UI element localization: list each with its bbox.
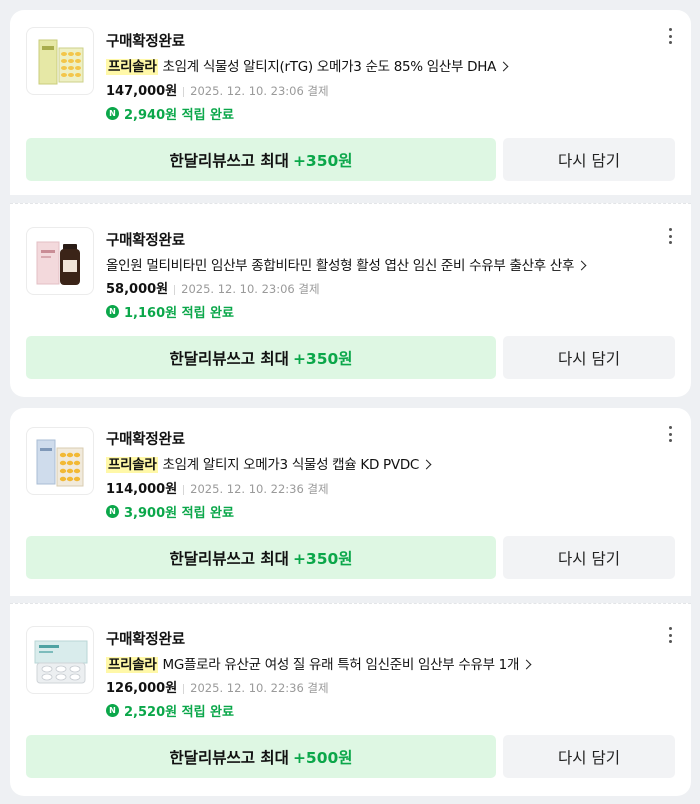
order-card: 구매확정완료 프리솔라 초임계 알티지 오메가3 식물성 캡슐 KD PVDC … <box>10 408 691 596</box>
chevron-right-icon <box>521 659 532 670</box>
review-bonus: +350원 <box>292 151 353 170</box>
order-price: 58,000원 <box>106 282 169 297</box>
naver-points-icon: N <box>106 505 119 518</box>
price-line: 58,000원 2025. 12. 10. 23:06 결제 <box>106 278 320 297</box>
brand-name: 프리솔라 <box>106 657 159 673</box>
product-thumbnail[interactable] <box>26 27 94 95</box>
divider <box>174 284 176 295</box>
product-thumbnail[interactable] <box>26 227 94 295</box>
order-status: 구매확정완료 <box>106 34 185 50</box>
payment-date: 2025. 12. 10. 22:36 결제 <box>190 482 329 496</box>
points-text: 1,160원 적립 완료 <box>124 306 234 321</box>
order-status: 구매확정완료 <box>106 632 185 648</box>
product-thumbnail[interactable] <box>26 626 94 694</box>
product-title: 초임계 알티지 오메가3 식물성 캡슐 KD PVDC <box>162 457 420 473</box>
order-card: 구매확정완료 올인원 멀티비타민 임산부 종합비타민 활성형 활성 엽산 임신 … <box>10 203 691 397</box>
add-to-cart-again-button[interactable]: 다시 담기 <box>503 536 675 579</box>
order-price: 126,000원 <box>106 681 178 696</box>
review-bonus: +500원 <box>292 748 353 767</box>
divider <box>183 683 185 694</box>
price-line: 114,000원 2025. 12. 10. 22:36 결제 <box>106 478 329 497</box>
order-card: 구매확정완료 프리솔라 MG플로라 유산균 여성 질 유래 특허 임신준비 임산… <box>10 603 691 796</box>
review-label: 한달리뷰쓰고 최대 <box>169 748 289 767</box>
chevron-right-icon <box>421 459 432 470</box>
points-earned: N 3,900원 적립 완료 <box>106 502 234 521</box>
points-text: 3,900원 적립 완료 <box>124 506 234 521</box>
product-thumbnail[interactable] <box>26 427 94 495</box>
order-price: 147,000원 <box>106 84 178 99</box>
product-title-link[interactable]: 프리솔라 초임계 알티지 오메가3 식물성 캡슐 KD PVDC <box>106 453 432 473</box>
naver-points-icon: N <box>106 107 119 120</box>
product-title-link[interactable]: 프리솔라 초임계 식물성 알티지(rTG) 오메가3 순도 85% 임산부 DH… <box>106 55 509 75</box>
write-review-button[interactable]: 한달리뷰쓰고 최대 +500원 <box>26 735 496 778</box>
payment-date: 2025. 12. 10. 23:06 결제 <box>181 282 320 296</box>
points-earned: N 1,160원 적립 완료 <box>106 302 234 321</box>
brand-name: 프리솔라 <box>106 59 159 75</box>
order-card: 구매확정완료 프리솔라 초임계 식물성 알티지(rTG) 오메가3 순도 85%… <box>10 10 691 195</box>
divider <box>183 484 185 495</box>
payment-date: 2025. 12. 10. 23:06 결제 <box>190 84 329 98</box>
chevron-right-icon <box>498 61 509 72</box>
order-status: 구매확정완료 <box>106 432 185 448</box>
add-to-cart-again-button[interactable]: 다시 담기 <box>503 336 675 379</box>
points-earned: N 2,520원 적립 완료 <box>106 701 234 720</box>
product-title: 올인원 멀티비타민 임산부 종합비타민 활성형 활성 엽산 임신 준비 수유부 … <box>106 258 575 274</box>
price-line: 126,000원 2025. 12. 10. 22:36 결제 <box>106 677 329 696</box>
price-line: 147,000원 2025. 12. 10. 23:06 결제 <box>106 80 329 99</box>
more-vertical-icon[interactable] <box>667 228 673 244</box>
review-label: 한달리뷰쓰고 최대 <box>169 151 289 170</box>
order-price: 114,000원 <box>106 482 178 497</box>
points-text: 2,520원 적립 완료 <box>124 705 234 720</box>
payment-date: 2025. 12. 10. 22:36 결제 <box>190 681 329 695</box>
naver-points-icon: N <box>106 704 119 717</box>
divider <box>183 86 185 97</box>
write-review-button[interactable]: 한달리뷰쓰고 최대 +350원 <box>26 138 496 181</box>
chevron-right-icon <box>576 260 587 271</box>
more-vertical-icon[interactable] <box>667 28 673 44</box>
product-title: MG플로라 유산균 여성 질 유래 특허 임신준비 임산부 수유부 1개 <box>162 657 520 673</box>
review-label: 한달리뷰쓰고 최대 <box>169 549 289 568</box>
more-vertical-icon[interactable] <box>667 426 673 442</box>
write-review-button[interactable]: 한달리뷰쓰고 최대 +350원 <box>26 336 496 379</box>
product-title-link[interactable]: 프리솔라 MG플로라 유산균 여성 질 유래 특허 임신준비 임산부 수유부 1… <box>106 653 532 673</box>
naver-points-icon: N <box>106 305 119 318</box>
review-label: 한달리뷰쓰고 최대 <box>169 349 289 368</box>
write-review-button[interactable]: 한달리뷰쓰고 최대 +350원 <box>26 536 496 579</box>
more-vertical-icon[interactable] <box>667 627 673 643</box>
order-status: 구매확정완료 <box>106 233 185 249</box>
add-to-cart-again-button[interactable]: 다시 담기 <box>503 138 675 181</box>
review-bonus: +350원 <box>292 549 353 568</box>
brand-name: 프리솔라 <box>106 457 159 473</box>
product-title-link[interactable]: 올인원 멀티비타민 임산부 종합비타민 활성형 활성 엽산 임신 준비 수유부 … <box>106 254 587 274</box>
points-earned: N 2,940원 적립 완료 <box>106 104 234 123</box>
product-title: 초임계 식물성 알티지(rTG) 오메가3 순도 85% 임산부 DHA <box>162 59 497 75</box>
review-bonus: +350원 <box>292 349 353 368</box>
points-text: 2,940원 적립 완료 <box>124 108 234 123</box>
add-to-cart-again-button[interactable]: 다시 담기 <box>503 735 675 778</box>
